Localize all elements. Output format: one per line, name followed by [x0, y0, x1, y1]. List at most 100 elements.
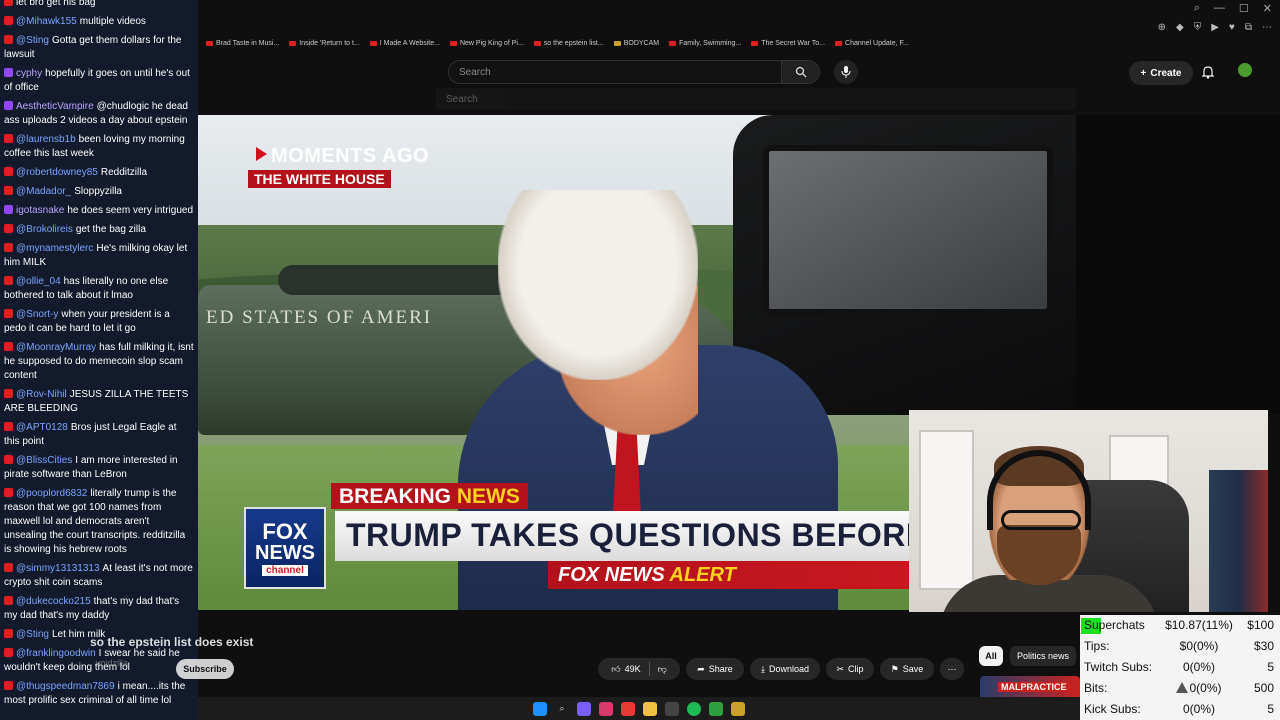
chat-message: @Brokolireis get the bag zilla — [4, 223, 194, 237]
chat-username[interactable]: igotasnake — [16, 205, 64, 216]
goal-row: Tips: $0(0%) $30 — [1080, 636, 1280, 657]
avatar[interactable] — [1238, 63, 1252, 77]
zoom-icon[interactable]: ⊕ — [1158, 22, 1166, 33]
chat-username[interactable]: @MoonrayMurray — [16, 342, 96, 353]
folder-icon — [613, 41, 621, 46]
youtube-badge-icon — [4, 455, 13, 464]
bell-icon — [1202, 65, 1214, 79]
bookmark-item[interactable]: New Pig King of Pi... — [449, 40, 524, 47]
goal-value-text: 0(0%) — [1182, 660, 1215, 674]
youtube-badge-icon — [4, 167, 13, 176]
bookmark-item[interactable]: Brad Taste in Musi... — [206, 40, 279, 47]
goal-target: $30 — [1253, 639, 1274, 653]
save-button[interactable]: ⚑ Save — [880, 658, 934, 680]
like-dislike-group[interactable]: 👍︎ 49K 👎︎ — [598, 658, 680, 680]
chat-username[interactable]: @franklingoodwin — [16, 648, 96, 659]
youtube-search-bar: Search — [448, 60, 858, 84]
close-icon[interactable]: ✕ — [1263, 2, 1272, 15]
chat-username[interactable]: cyphy — [16, 68, 42, 79]
play-icon[interactable]: ▶ — [1211, 22, 1219, 33]
windows-start-icon[interactable] — [533, 701, 547, 716]
search-icon[interactable]: ⌕ — [555, 702, 569, 716]
breaking-news-tag: BREAKING NEWS — [331, 483, 528, 509]
window-controls: ⌕ — ☐ ✕ — [1194, 2, 1272, 15]
chat-username[interactable]: @BlissCities — [16, 455, 72, 466]
notifications-button[interactable] — [1199, 63, 1217, 81]
youtube-badge-icon — [4, 422, 13, 431]
search-placeholder: Search — [459, 66, 491, 78]
helicopter-lettering: ED STATES OF AMERI — [206, 307, 433, 328]
bookmark-item[interactable]: Inside 'Return to t... — [289, 40, 360, 47]
bookmark-item[interactable]: I Made A Website... — [369, 40, 440, 47]
shield-icon[interactable]: ⛨ — [1194, 22, 1202, 33]
goal-target: $100 — [1247, 618, 1274, 632]
goal-value: 0(0%) — [1154, 660, 1244, 674]
xbox-icon[interactable] — [709, 701, 723, 716]
chat-username[interactable]: @laurensb1b — [16, 134, 76, 145]
breaking-word: BREAKING — [339, 485, 452, 508]
app-icon[interactable] — [577, 701, 591, 716]
chat-username[interactable]: AestheticVampire — [16, 101, 94, 112]
search-button[interactable] — [782, 60, 820, 84]
more-actions-button[interactable]: ⋯ — [940, 658, 964, 680]
chat-username[interactable]: @robertdowney85 — [16, 167, 98, 178]
youtube-badge-icon — [4, 648, 13, 657]
chat-username[interactable]: @Mihawk155 — [16, 16, 77, 27]
clip-button[interactable]: ✂ Clip — [826, 658, 874, 680]
goal-label: Kick Subs: — [1084, 702, 1141, 716]
bookmark-label: The Secret War To... — [761, 40, 826, 47]
share-button[interactable]: ➦ Share — [686, 658, 744, 680]
moments-ago-label: MOMENTS AGO — [256, 145, 429, 168]
bookmark-item[interactable]: The Secret War To... — [751, 40, 825, 47]
bookmark-label: BODYCAM — [623, 40, 660, 47]
heart-icon[interactable]: ♥ — [1229, 22, 1235, 33]
chat-message-list: @Mihawk155 multiple videos @Sting Gotta get… — [4, 15, 194, 708]
chat-username[interactable]: @Brokolireis — [16, 224, 73, 235]
chip-politics-news[interactable]: Politics news — [1010, 646, 1076, 666]
chat-username[interactable]: @thugspeedman7869 — [16, 681, 115, 692]
channel-name[interactable]: voidzilla — [96, 658, 128, 668]
spotify-icon[interactable] — [687, 701, 701, 716]
chat-username[interactable]: @Rov-Nihil — [16, 389, 67, 400]
create-button[interactable]: + Create — [1129, 61, 1193, 85]
chat-username[interactable]: @mynamestylerc — [16, 243, 93, 254]
chrome-icon[interactable] — [621, 701, 635, 716]
chat-username[interactable]: @APT0128 — [16, 422, 68, 433]
thumbs-up-icon[interactable]: 👍︎ — [611, 664, 620, 675]
extension-icon[interactable]: ◆ — [1176, 22, 1184, 33]
chat-username[interactable]: @simmy13131313 — [16, 563, 100, 574]
puzzle-icon[interactable]: ⧉ — [1245, 22, 1252, 33]
minimize-icon[interactable]: — — [1214, 2, 1225, 15]
chip-all[interactable]: All — [979, 646, 1003, 666]
folder-icon[interactable] — [643, 701, 657, 716]
thumbs-down-icon[interactable]: 👎︎ — [658, 664, 667, 675]
divider — [648, 662, 650, 676]
chat-username[interactable]: @ollie_04 — [16, 276, 61, 287]
chat-message: @mynamestylerc He's milking okay let him … — [4, 242, 194, 270]
maximize-icon[interactable]: ☐ — [1239, 2, 1249, 15]
chat-username[interactable]: @Sting — [16, 629, 49, 640]
screen: let bro get his bag @Mihawk155 multiple v… — [0, 0, 1280, 720]
voice-search-button[interactable] — [834, 60, 858, 84]
search-input[interactable]: Search — [448, 60, 783, 84]
subscribe-button[interactable]: Subscribe — [176, 659, 234, 679]
menu-icon[interactable]: ⋯ — [1262, 22, 1272, 33]
bookmark-item[interactable]: Family, Swimming... — [669, 40, 741, 47]
chat-message: @dukecocko215 that's my dad that's my dad… — [4, 595, 194, 623]
app-2-icon[interactable] — [731, 701, 745, 716]
chat-username[interactable]: @Sting — [16, 35, 49, 46]
browser-chrome: ⌕ — ☐ ✕ ⊕ ◆ ⛨ ▶ ♥ ⧉ ⋯ Brad Taste in Musi… — [198, 0, 1280, 115]
browser-icon[interactable] — [599, 701, 613, 716]
download-button[interactable]: ⤓ Download — [750, 658, 820, 680]
bookmark-item[interactable]: Channel Update, F... — [835, 40, 909, 47]
twitch-badge-icon — [4, 68, 13, 77]
bookmark-item[interactable]: so the epstein list... — [533, 40, 604, 47]
scissors-icon: ✂ — [836, 663, 845, 674]
chat-username[interactable]: @dukecocko215 — [16, 596, 91, 607]
chat-username[interactable]: @pooplord6832 — [16, 488, 87, 499]
chat-username[interactable]: @Snort-y — [16, 309, 58, 320]
chat-username[interactable]: @Madador_ — [16, 186, 71, 197]
search-icon[interactable]: ⌕ — [1194, 2, 1200, 15]
bookmark-item[interactable]: BODYCAM — [613, 40, 660, 47]
terminal-icon[interactable] — [665, 701, 679, 716]
